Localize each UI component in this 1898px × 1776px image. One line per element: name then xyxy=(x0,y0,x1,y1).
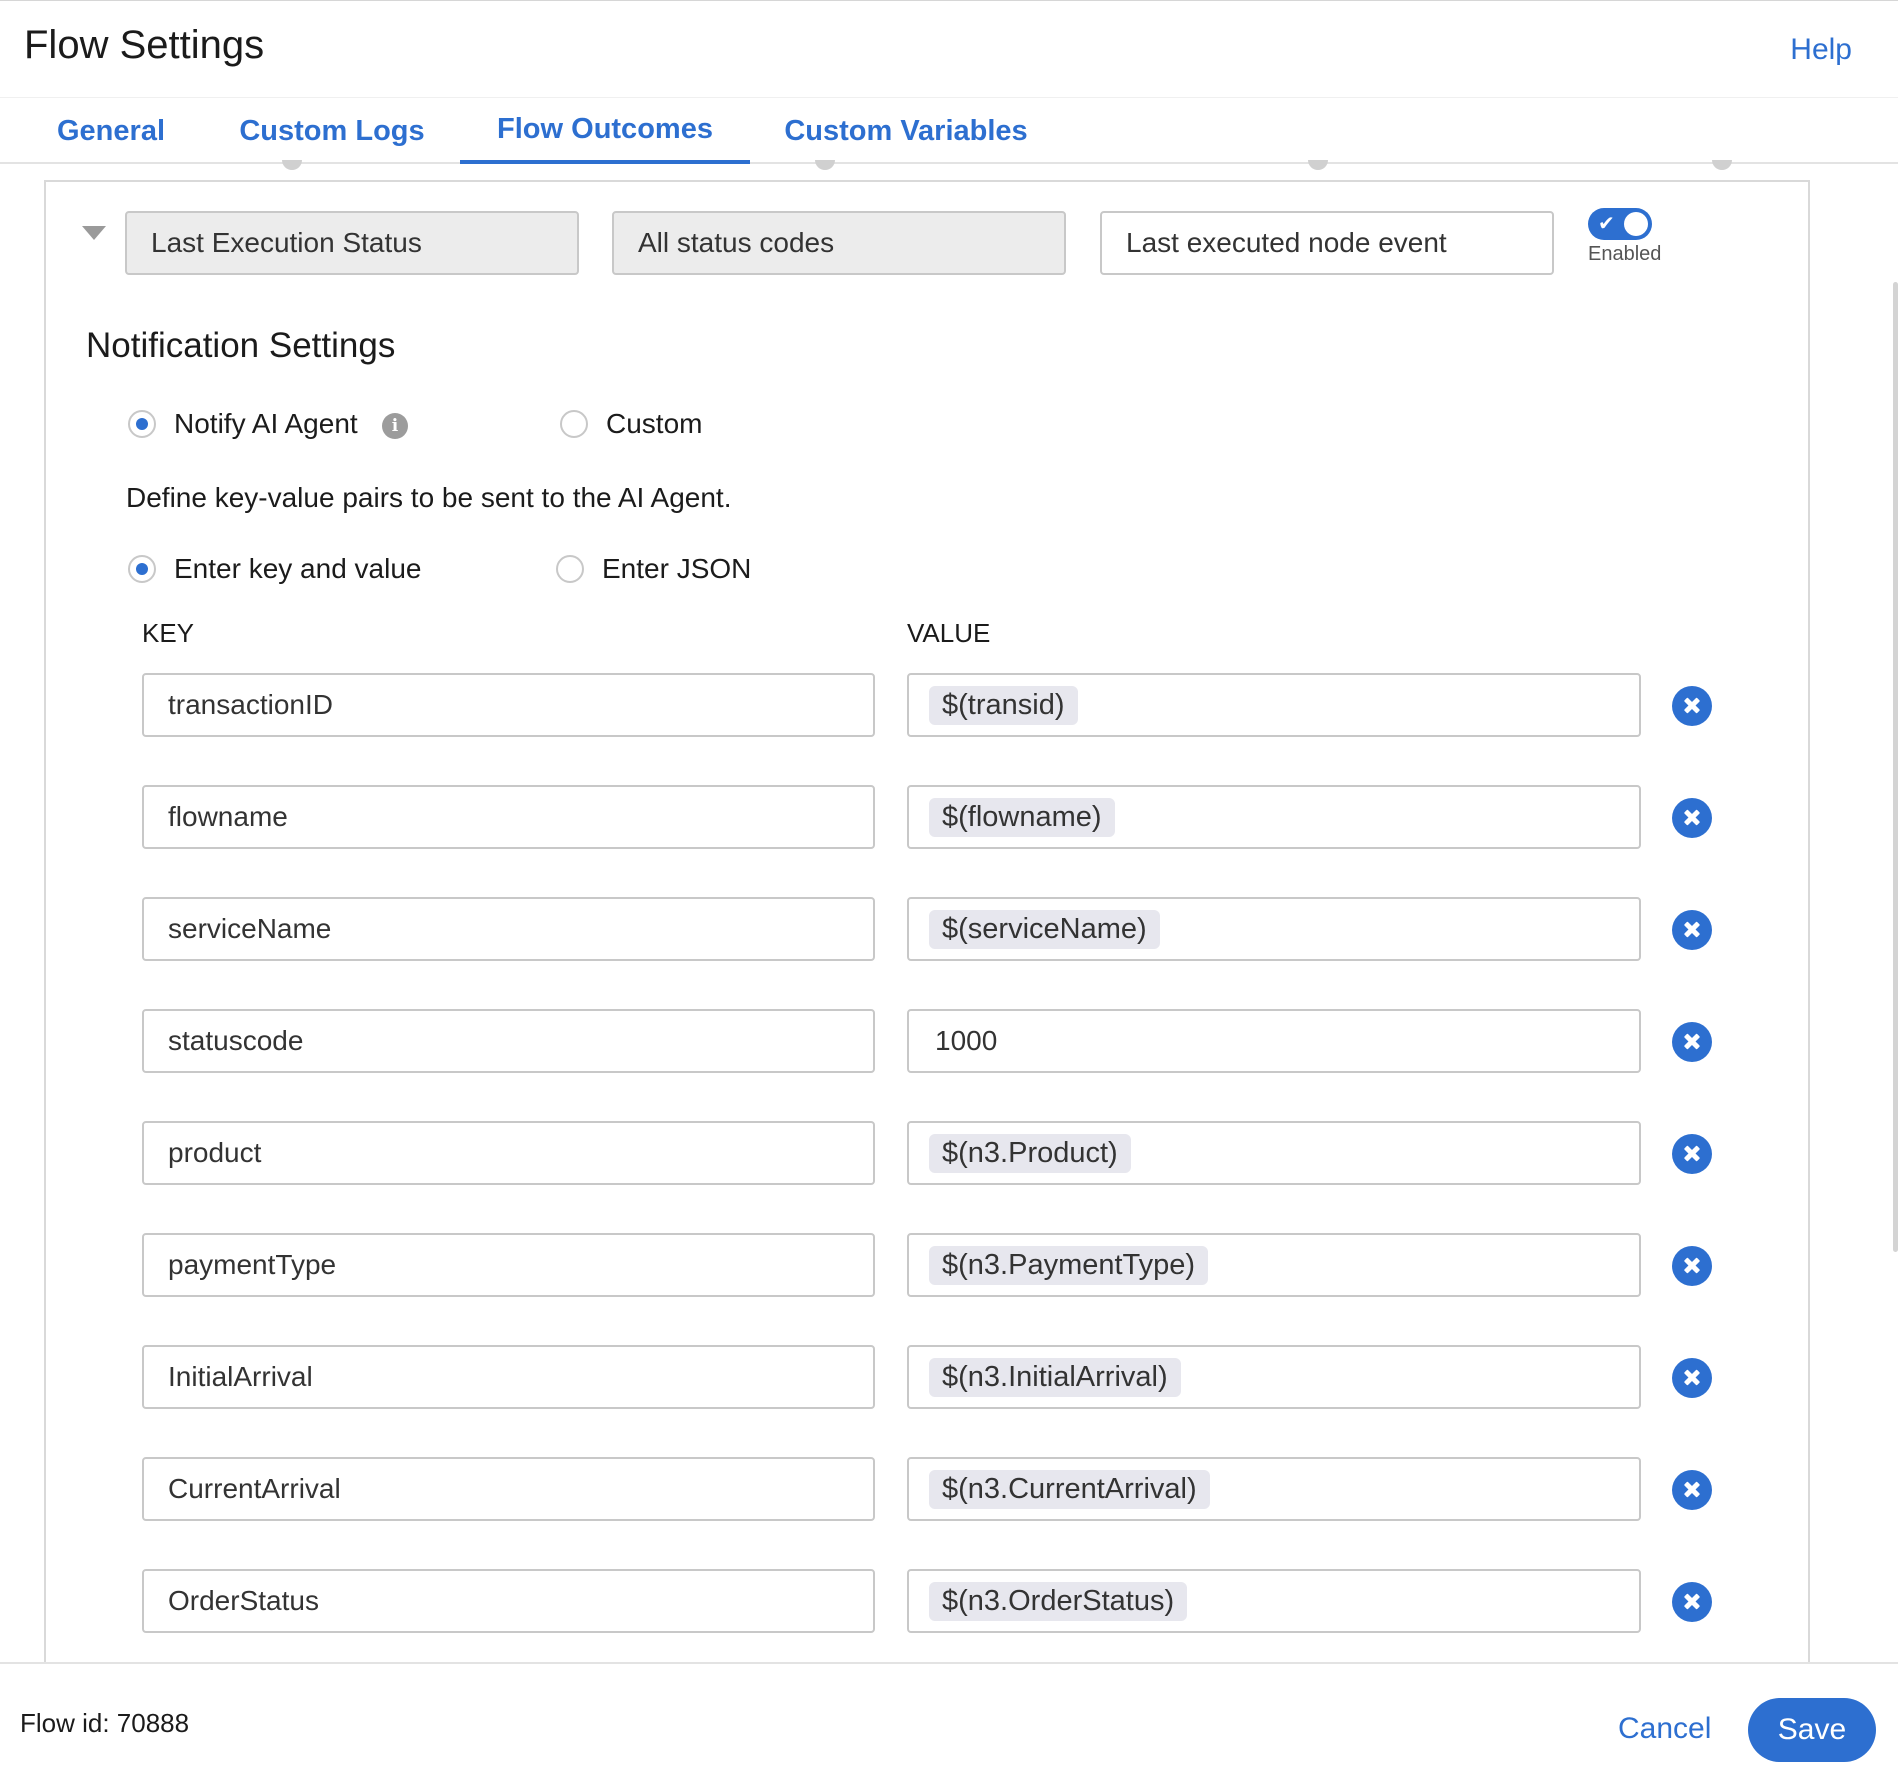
flow-id: Flow id: 70888 xyxy=(20,1708,190,1738)
enter-key-value-radio[interactable] xyxy=(128,555,156,583)
step-marker xyxy=(1712,160,1732,170)
remove-pair-icon[interactable] xyxy=(1672,1246,1712,1286)
variable-chip: $(flowname) xyxy=(929,797,1115,837)
value-input[interactable]: $(transid) xyxy=(907,673,1641,737)
key-input[interactable]: paymentType xyxy=(142,1233,875,1297)
value-input[interactable]: 1000 xyxy=(907,1009,1641,1073)
remove-pair-icon[interactable] xyxy=(1672,1358,1712,1398)
key-input[interactable]: OrderStatus xyxy=(142,1569,875,1633)
value-input[interactable]: $(n3.CurrentArrival) xyxy=(907,1457,1641,1521)
status-codes-select[interactable]: All status codes xyxy=(612,211,1066,275)
value-input[interactable]: $(flowname) xyxy=(907,785,1641,849)
value-input[interactable]: $(n3.OrderStatus) xyxy=(907,1569,1641,1633)
enter-key-value-label: Enter key and value xyxy=(174,553,422,584)
cancel-button[interactable]: Cancel xyxy=(1618,1712,1711,1746)
remove-pair-icon[interactable] xyxy=(1672,686,1712,726)
step-marker xyxy=(1308,160,1328,170)
page-header: Flow Settings Help xyxy=(0,0,1898,98)
value-input[interactable]: $(serviceName) xyxy=(907,897,1641,961)
page-title: Flow Settings xyxy=(24,23,265,67)
value-input[interactable]: $(n3.PaymentType) xyxy=(907,1233,1641,1297)
check-icon: ✔ xyxy=(1598,213,1615,235)
step-marker xyxy=(815,160,835,170)
enabled-toggle[interactable]: ✔ xyxy=(1588,208,1652,240)
remove-pair-icon[interactable] xyxy=(1672,798,1712,838)
remove-pair-icon[interactable] xyxy=(1672,1470,1712,1510)
variable-chip: $(n3.PaymentType) xyxy=(929,1245,1209,1285)
custom-radio[interactable] xyxy=(560,410,588,438)
value-column-header: VALUE xyxy=(907,618,991,648)
key-input[interactable]: product xyxy=(142,1121,875,1185)
key-value-description: Define key-value pairs to be sent to the… xyxy=(126,482,732,513)
value-text: 1000 xyxy=(935,1025,998,1056)
key-input[interactable]: CurrentArrival xyxy=(142,1457,875,1521)
variable-chip: $(n3.CurrentArrival) xyxy=(929,1469,1210,1509)
enter-json-radio[interactable] xyxy=(556,555,584,583)
info-icon[interactable]: i xyxy=(382,413,408,439)
variable-chip: $(n3.OrderStatus) xyxy=(929,1581,1188,1621)
key-column-header: KEY xyxy=(142,618,195,648)
notification-settings-title: Notification Settings xyxy=(86,326,396,365)
key-input[interactable]: serviceName xyxy=(142,897,875,961)
value-input[interactable]: $(n3.Product) xyxy=(907,1121,1641,1185)
condition-select[interactable]: Last Execution Status xyxy=(125,211,579,275)
remove-pair-icon[interactable] xyxy=(1672,1582,1712,1622)
remove-pair-icon[interactable] xyxy=(1672,910,1712,950)
event-field[interactable]: Last executed node event xyxy=(1100,211,1554,275)
tab-general[interactable]: General xyxy=(50,98,172,164)
remove-pair-icon[interactable] xyxy=(1672,1134,1712,1174)
tab-custom-variables[interactable]: Custom Variables xyxy=(780,98,1032,164)
notify-ai-agent-label: Notify AI Agent xyxy=(174,408,358,439)
toggle-knob xyxy=(1624,212,1648,236)
save-button[interactable]: Save xyxy=(1748,1698,1876,1762)
variable-chip: $(transid) xyxy=(929,685,1078,725)
enabled-label: Enabled xyxy=(1588,243,1662,265)
custom-label: Custom xyxy=(606,408,703,439)
enter-json-label: Enter JSON xyxy=(602,553,752,584)
variable-chip: $(n3.Product) xyxy=(929,1133,1131,1173)
tab-flow-outcomes[interactable]: Flow Outcomes xyxy=(460,98,750,164)
tab-bar: General Custom Logs Flow Outcomes Custom… xyxy=(0,98,1898,164)
help-link[interactable]: Help xyxy=(1790,33,1852,67)
footer-bar: Flow id: 70888 Cancel Save xyxy=(0,1662,1898,1776)
variable-chip: $(n3.InitialArrival) xyxy=(929,1357,1181,1397)
value-input[interactable]: $(n3.InitialArrival) xyxy=(907,1345,1641,1409)
collapse-caret-icon[interactable] xyxy=(82,226,106,240)
variable-chip: $(serviceName) xyxy=(929,909,1160,949)
tab-custom-logs[interactable]: Custom Logs xyxy=(232,98,432,164)
remove-pair-icon[interactable] xyxy=(1672,1022,1712,1062)
key-input[interactable]: transactionID xyxy=(142,673,875,737)
key-input[interactable]: InitialArrival xyxy=(142,1345,875,1409)
notify-ai-agent-radio[interactable] xyxy=(128,410,156,438)
key-input[interactable]: statuscode xyxy=(142,1009,875,1073)
step-marker xyxy=(282,160,302,170)
key-input[interactable]: flowname xyxy=(142,785,875,849)
scrollbar[interactable] xyxy=(1893,282,1898,1252)
